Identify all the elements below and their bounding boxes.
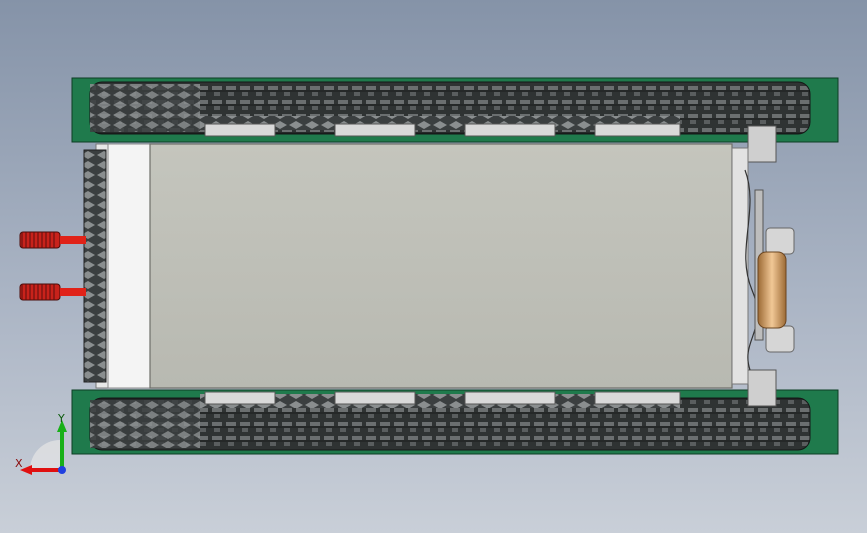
triad-base-shading (30, 440, 60, 470)
z-axis-dot (58, 466, 66, 474)
motor-roller (757, 251, 787, 329)
bottom-idler-tension (747, 369, 777, 407)
red-spring-lower[interactable] (19, 283, 86, 301)
axis-triad: Y X (15, 412, 67, 475)
y-axis-label: Y (57, 412, 65, 425)
bottom-front-sprocket (90, 400, 200, 448)
top-idler-tension (747, 125, 777, 163)
top-front-sprocket (90, 84, 200, 132)
top-deck-plate (149, 143, 733, 389)
front-crossbeam (107, 143, 151, 389)
x-axis-label: X (15, 457, 23, 470)
chassis[interactable] (95, 143, 764, 389)
front-chain-strip (83, 149, 107, 383)
cad-viewport[interactable] (0, 0, 867, 533)
red-spring-upper[interactable] (19, 231, 86, 249)
